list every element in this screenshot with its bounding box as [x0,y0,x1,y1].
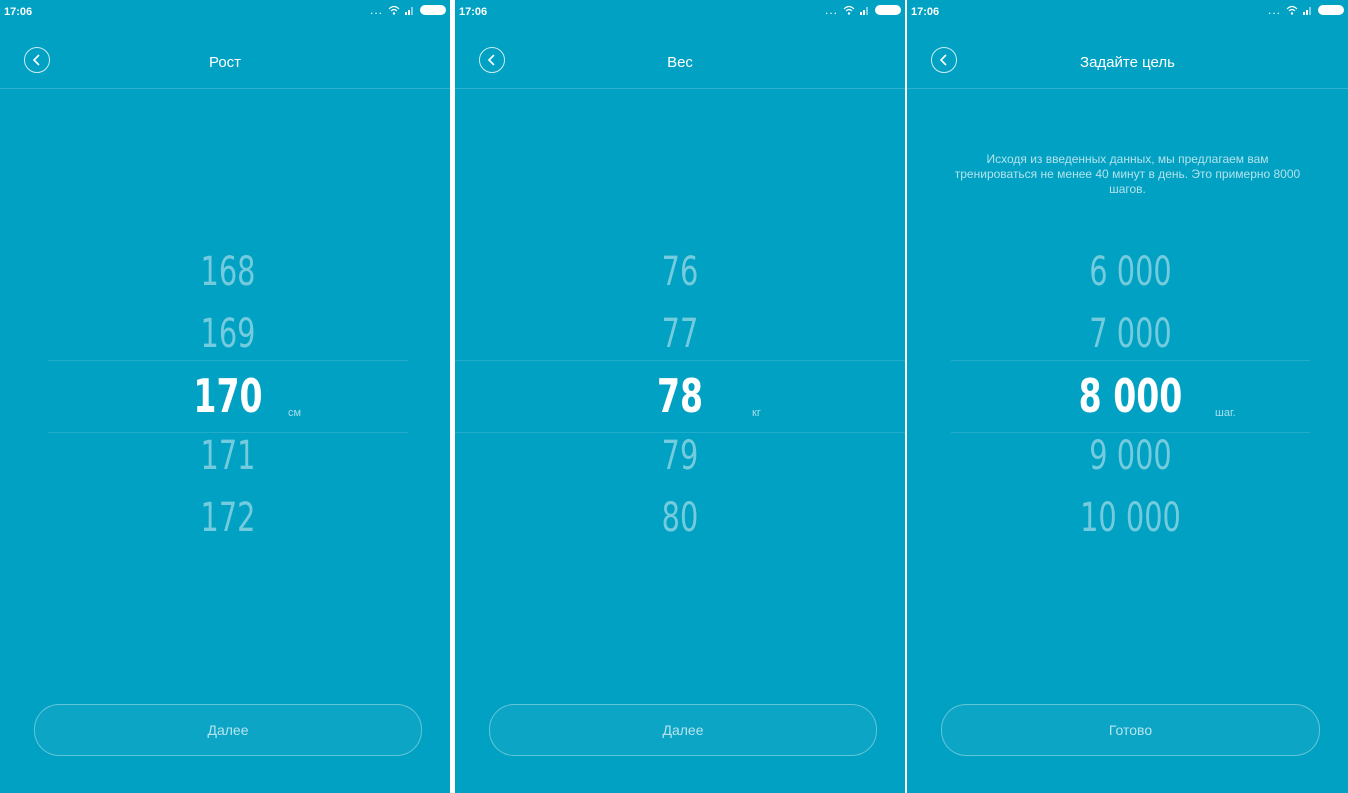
battery-icon [420,5,446,15]
status-time: 17:06 [459,6,488,18]
status-time: 17:06 [911,6,940,18]
weight-screen: 17:06 ... Вес 76 77 78 79 80 кг Далее [455,0,905,793]
wifi-icon [1286,5,1298,15]
picker-option[interactable]: 10 000 [1001,494,1259,542]
status-bar: 17:06 ... [0,0,450,24]
picker-option[interactable]: 77 [518,310,842,358]
picker-option[interactable]: 79 [518,432,842,480]
picker-option[interactable]: 172 [98,494,357,542]
picker-option[interactable]: 171 [98,432,357,480]
unit-label: кг [752,407,761,419]
height-picker[interactable]: 168 169 170 171 172 см [48,246,408,556]
header: Рост [0,38,450,89]
signal-icon [860,7,868,15]
page-title: Вес [667,54,693,71]
dots-icon: ... [824,3,838,17]
page-title: Задайте цель [1080,54,1175,71]
status-icons: ... [1268,4,1344,16]
goal-description: Исходя из введенных данных, мы предлагае… [954,152,1301,196]
picker-option[interactable]: 168 [98,248,357,296]
picker-option[interactable]: 6 000 [1001,248,1259,296]
status-bar: 17:06 ... [455,0,905,24]
wifi-icon [388,5,400,15]
status-icons: ... [370,4,446,16]
dots-icon: ... [1267,3,1281,17]
picker-selected-value[interactable]: 170 [98,372,357,420]
page-title: Рост [208,54,242,71]
status-time: 17:06 [4,6,33,18]
header: Задайте цель [907,38,1348,89]
signal-icon [405,7,413,15]
picker-option[interactable]: 9 000 [1001,432,1259,480]
battery-icon [1318,5,1344,15]
picker-option[interactable]: 80 [518,494,842,542]
unit-label: шаг. [1215,407,1236,419]
picker-option[interactable]: 169 [98,310,357,358]
next-button[interactable]: Далее [489,704,877,756]
status-icons: ... [825,4,901,16]
unit-label: см [288,407,302,419]
weight-picker[interactable]: 76 77 78 79 80 кг [455,246,905,556]
status-bar: 17:06 ... [907,0,1348,24]
battery-icon [875,5,901,15]
height-screen: 17:06 ... Рост 168 169 170 171 172 см Да… [0,0,450,793]
picker-divider [951,360,1310,361]
picker-divider [455,360,905,361]
header: Вес [455,38,905,89]
done-button[interactable]: Готово [941,704,1320,756]
picker-selected-value[interactable]: 78 [518,372,842,420]
wifi-icon [843,5,855,15]
goal-screen: 17:06 ... Задайте цель Исходя из введенн… [907,0,1348,793]
steps-picker[interactable]: 6 000 7 000 8 000 9 000 10 000 шаг. [951,246,1310,556]
picker-option[interactable]: 76 [518,248,842,296]
next-button[interactable]: Далее [34,704,422,756]
picker-option[interactable]: 7 000 [1001,310,1259,358]
picker-divider [48,360,408,361]
dots-icon: ... [369,3,383,17]
signal-icon [1303,7,1311,15]
